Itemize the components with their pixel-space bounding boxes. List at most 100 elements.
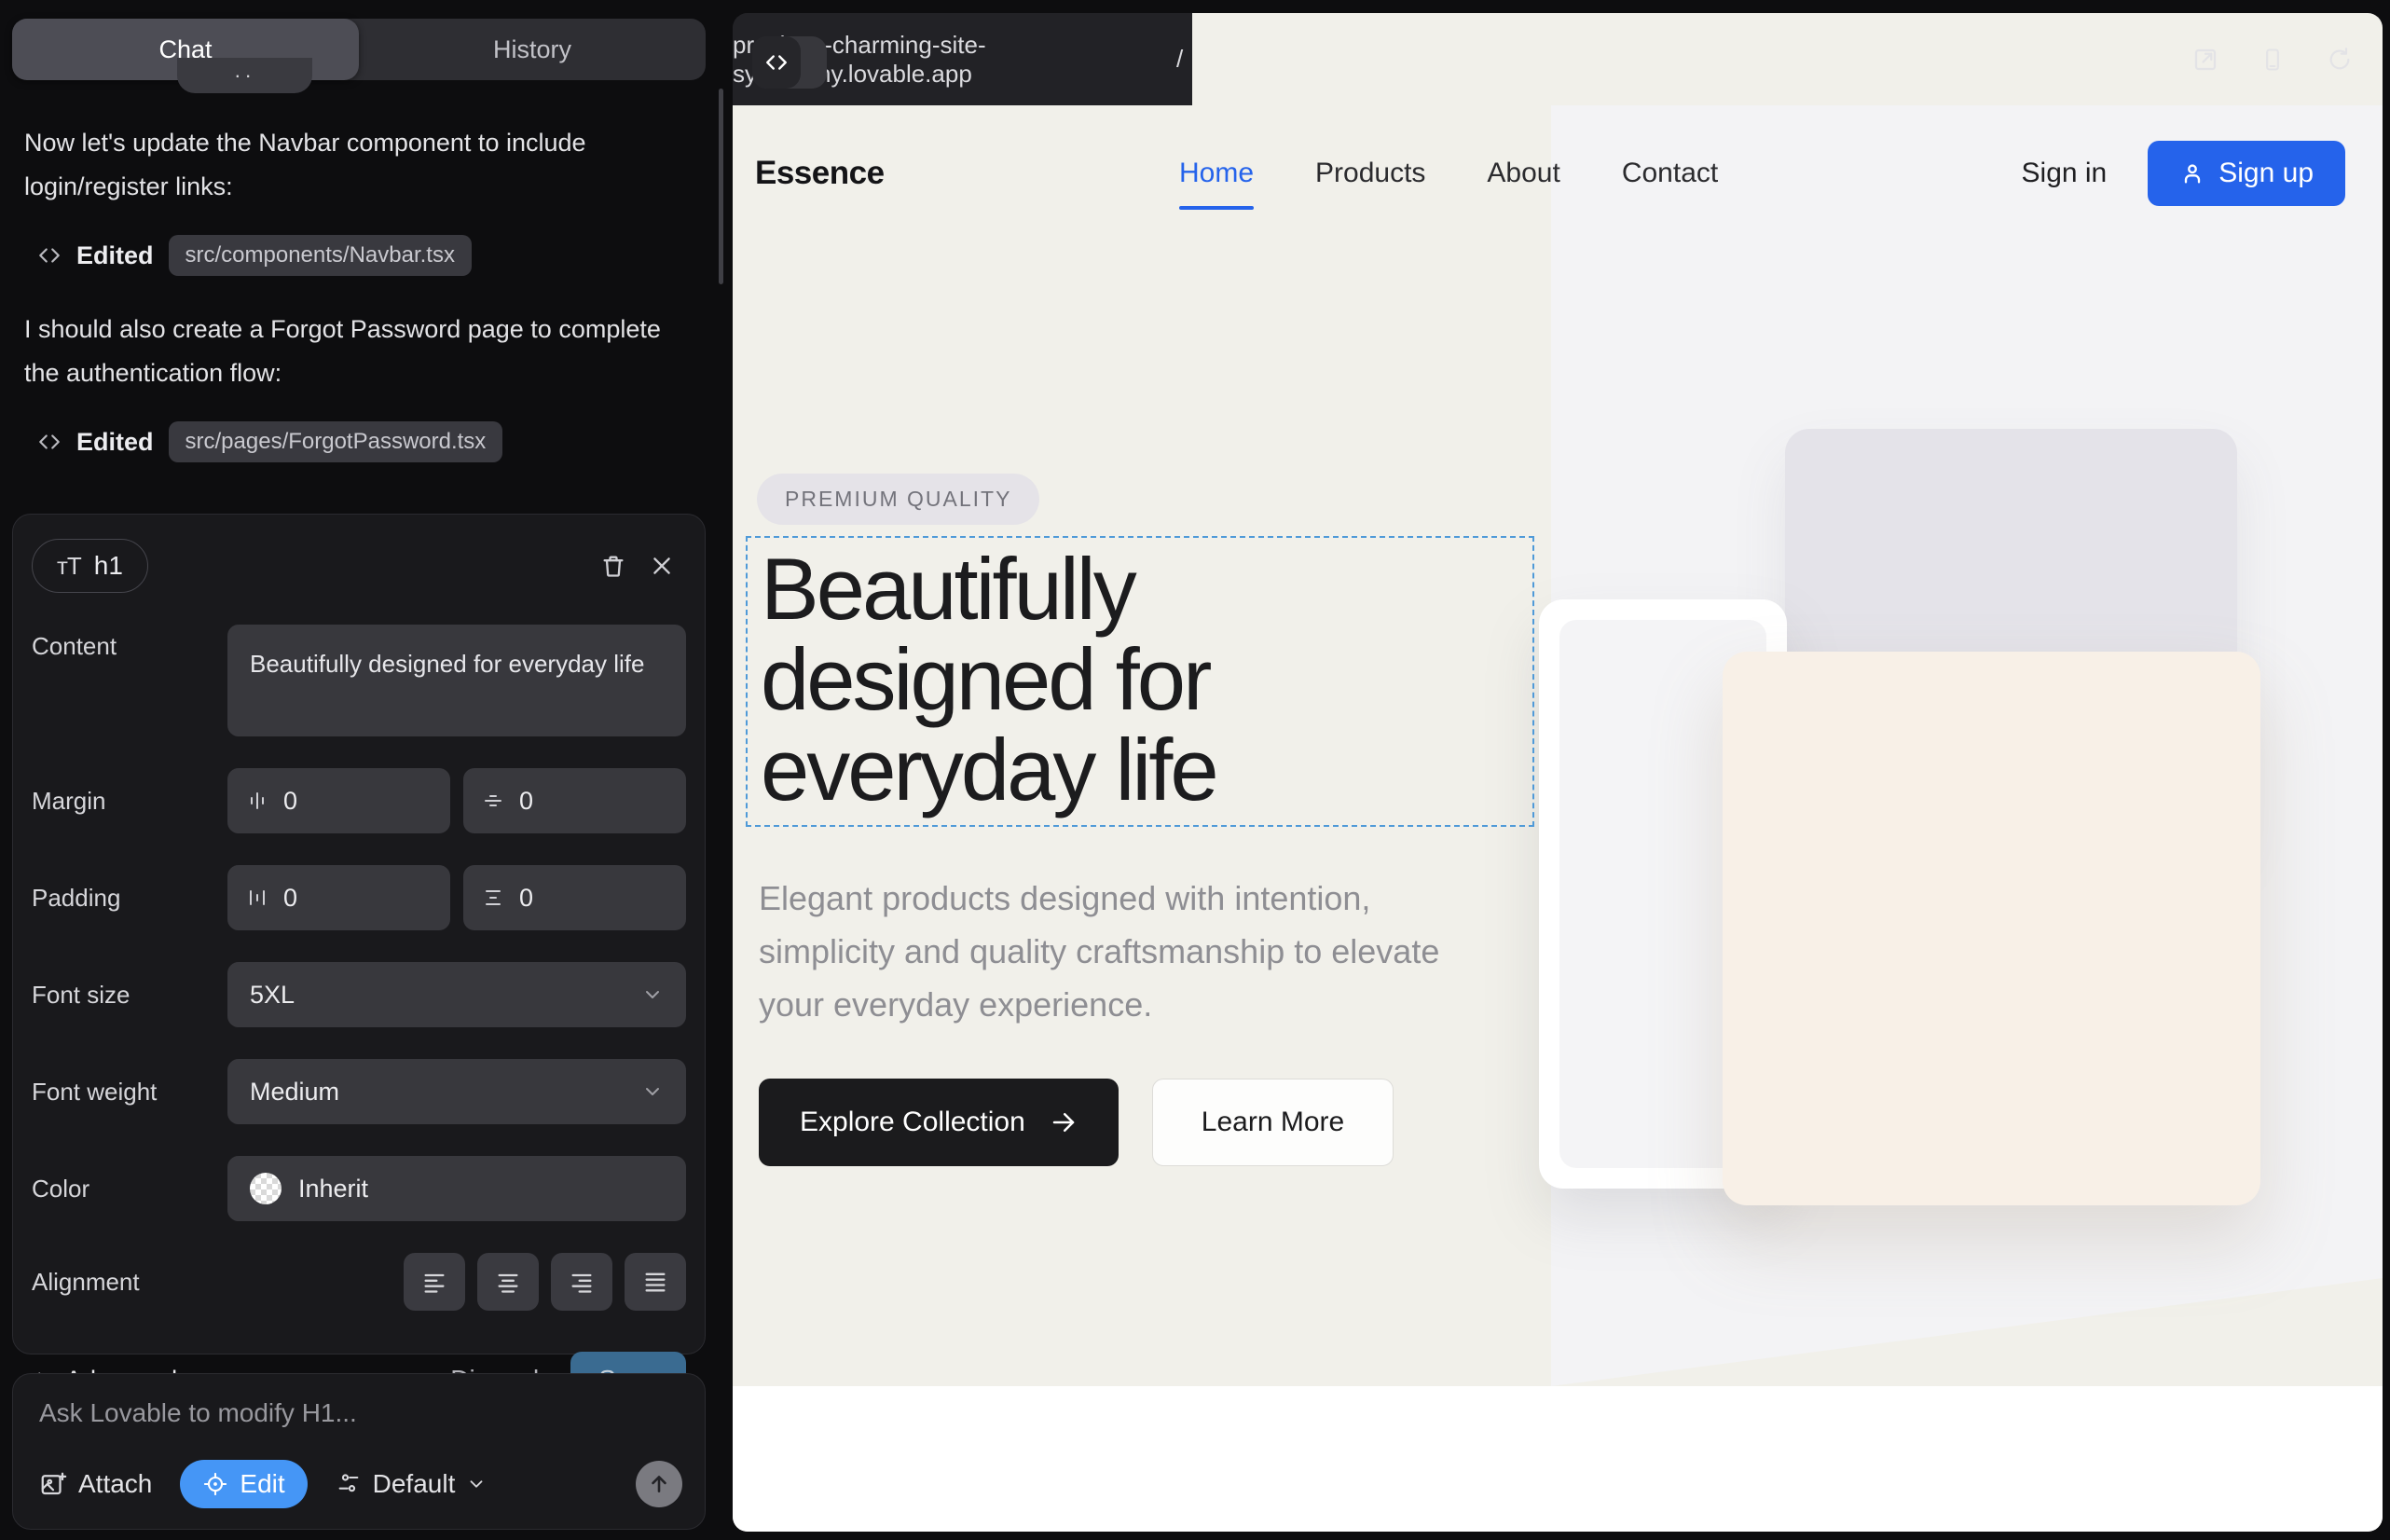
font-size-row: Font size 5XL <box>32 962 686 1027</box>
align-right-button[interactable] <box>551 1253 612 1311</box>
content-row: Content Beautifully designed for everyda… <box>32 625 686 736</box>
preview-window: preview--charming-site-symphony.lovable.… <box>733 13 2383 1532</box>
align-justify-button[interactable] <box>625 1253 686 1311</box>
padding-row: Padding <box>32 865 686 930</box>
target-icon <box>202 1471 228 1497</box>
alignment-row: Alignment <box>32 1253 686 1311</box>
user-icon <box>2179 160 2205 186</box>
code-icon <box>37 243 62 268</box>
margin-x-input[interactable] <box>283 787 339 816</box>
nav-link-about[interactable]: About <box>1487 158 1559 189</box>
sign-up-button[interactable]: Sign up <box>2148 141 2345 206</box>
file-chip[interactable]: src/pages/ForgotPassword.tsx <box>169 421 503 462</box>
edit-label: Edit <box>240 1469 284 1499</box>
editor-header: тT h1 <box>32 539 686 593</box>
padding-x-input[interactable] <box>283 884 339 913</box>
sliders-icon <box>336 1471 362 1497</box>
arrow-right-icon <box>1050 1108 1078 1136</box>
element-tag: h1 <box>94 551 123 581</box>
align-left-button[interactable] <box>404 1253 465 1311</box>
code-icon <box>764 50 789 75</box>
chat-messages: Now let's update the Navbar component to… <box>24 121 701 494</box>
padding-label: Padding <box>32 884 227 913</box>
font-weight-row: Font weight Medium <box>32 1059 686 1124</box>
margin-vertical-icon <box>482 790 504 812</box>
align-center-icon <box>495 1269 521 1295</box>
explore-collection-button[interactable]: Explore Collection <box>759 1079 1119 1166</box>
alignment-label: Alignment <box>32 1268 227 1297</box>
nav-link-home[interactable]: Home <box>1179 158 1254 189</box>
hero-heading[interactable]: Beautifully designed for everyday life <box>761 543 1339 815</box>
mobile-preview-button[interactable] <box>2254 41 2291 78</box>
learn-more-button[interactable]: Learn More <box>1152 1079 1394 1166</box>
view-mode-toggle[interactable] <box>752 36 827 89</box>
padding-y-input[interactable] <box>519 884 575 913</box>
chat-scrollbar[interactable] <box>719 89 723 284</box>
attach-button[interactable]: Attach <box>39 1469 152 1499</box>
padding-x-field[interactable] <box>227 865 450 930</box>
phone-icon <box>2260 47 2286 73</box>
font-weight-select[interactable]: Medium <box>227 1059 686 1124</box>
scrolled-pill: ·· <box>177 58 312 93</box>
assistant-message: Now let's update the Navbar component to… <box>24 121 701 209</box>
refresh-button[interactable] <box>2321 41 2358 78</box>
close-icon <box>650 554 674 578</box>
font-weight-label: Font weight <box>32 1078 227 1107</box>
app-root: Chat History ·· Now let's update the Nav… <box>0 0 2390 1540</box>
tab-history[interactable]: History <box>359 19 706 80</box>
edited-label: Edited <box>76 241 154 270</box>
file-chip[interactable]: src/components/Navbar.tsx <box>169 235 472 276</box>
send-button[interactable] <box>636 1461 682 1507</box>
code-view-segment[interactable] <box>752 36 801 89</box>
content-input[interactable]: Beautifully designed for everyday life <box>227 625 686 736</box>
font-weight-value: Medium <box>250 1078 339 1107</box>
attach-image-icon <box>39 1470 67 1498</box>
nav-link-contact[interactable]: Contact <box>1622 158 1718 189</box>
close-editor-button[interactable] <box>638 542 686 590</box>
chat-panel: Chat History ·· Now let's update the Nav… <box>0 0 725 1540</box>
align-justify-icon <box>642 1269 668 1295</box>
margin-x-field[interactable] <box>227 768 450 833</box>
model-selector[interactable]: Default <box>336 1469 488 1499</box>
hero-card-cream <box>1723 652 2260 1205</box>
sign-up-label: Sign up <box>2218 158 2314 189</box>
padding-horizontal-icon <box>246 887 268 909</box>
chevron-down-icon <box>466 1474 487 1494</box>
site-logo[interactable]: Essence <box>755 155 885 192</box>
chevron-down-icon <box>641 983 664 1006</box>
margin-y-input[interactable] <box>519 787 575 816</box>
margin-y-field[interactable] <box>463 768 686 833</box>
font-size-select[interactable]: 5XL <box>227 962 686 1027</box>
delete-element-button[interactable] <box>589 542 638 590</box>
site-navbar: Essence Home Products About Contact Sign… <box>733 105 2383 241</box>
prompt-bar: Attach Edit Default <box>12 1373 706 1530</box>
browser-chrome: preview--charming-site-symphony.lovable.… <box>733 13 2383 105</box>
padding-y-field[interactable] <box>463 865 686 930</box>
site-page: Essence Home Products About Contact Sign… <box>733 105 2383 1532</box>
padding-vertical-icon <box>482 887 504 909</box>
sign-in-link[interactable]: Sign in <box>2022 158 2108 189</box>
edit-mode-button[interactable]: Edit <box>180 1460 307 1508</box>
margin-label: Margin <box>32 787 227 816</box>
hero-paragraph: Elegant products designed with intention… <box>759 872 1504 1031</box>
nav-link-products[interactable]: Products <box>1315 158 1425 189</box>
open-external-button[interactable] <box>2187 41 2224 78</box>
chat-history-tabbar: Chat History <box>12 19 706 80</box>
edited-file-row[interactable]: Edited src/components/Navbar.tsx <box>37 235 701 276</box>
assistant-message: I should also create a Forgot Password p… <box>24 308 701 395</box>
element-editor-panel: тT h1 Content Beautifully designed <box>12 514 706 1354</box>
edited-file-row[interactable]: Edited src/pages/ForgotPassword.tsx <box>37 421 701 462</box>
model-label: Default <box>373 1469 456 1499</box>
premium-badge: PREMIUM QUALITY <box>757 474 1039 525</box>
refresh-icon <box>2327 47 2353 73</box>
selected-element-pill[interactable]: тT h1 <box>32 539 148 593</box>
prompt-input[interactable] <box>39 1398 679 1428</box>
color-value: Inherit <box>298 1175 368 1203</box>
align-center-button[interactable] <box>477 1253 539 1311</box>
content-label: Content <box>32 625 227 661</box>
color-select[interactable]: Inherit <box>227 1156 686 1221</box>
align-right-icon <box>569 1269 595 1295</box>
section-below-hero <box>733 1386 2383 1532</box>
trash-icon <box>600 553 626 579</box>
attach-label: Attach <box>78 1469 152 1499</box>
